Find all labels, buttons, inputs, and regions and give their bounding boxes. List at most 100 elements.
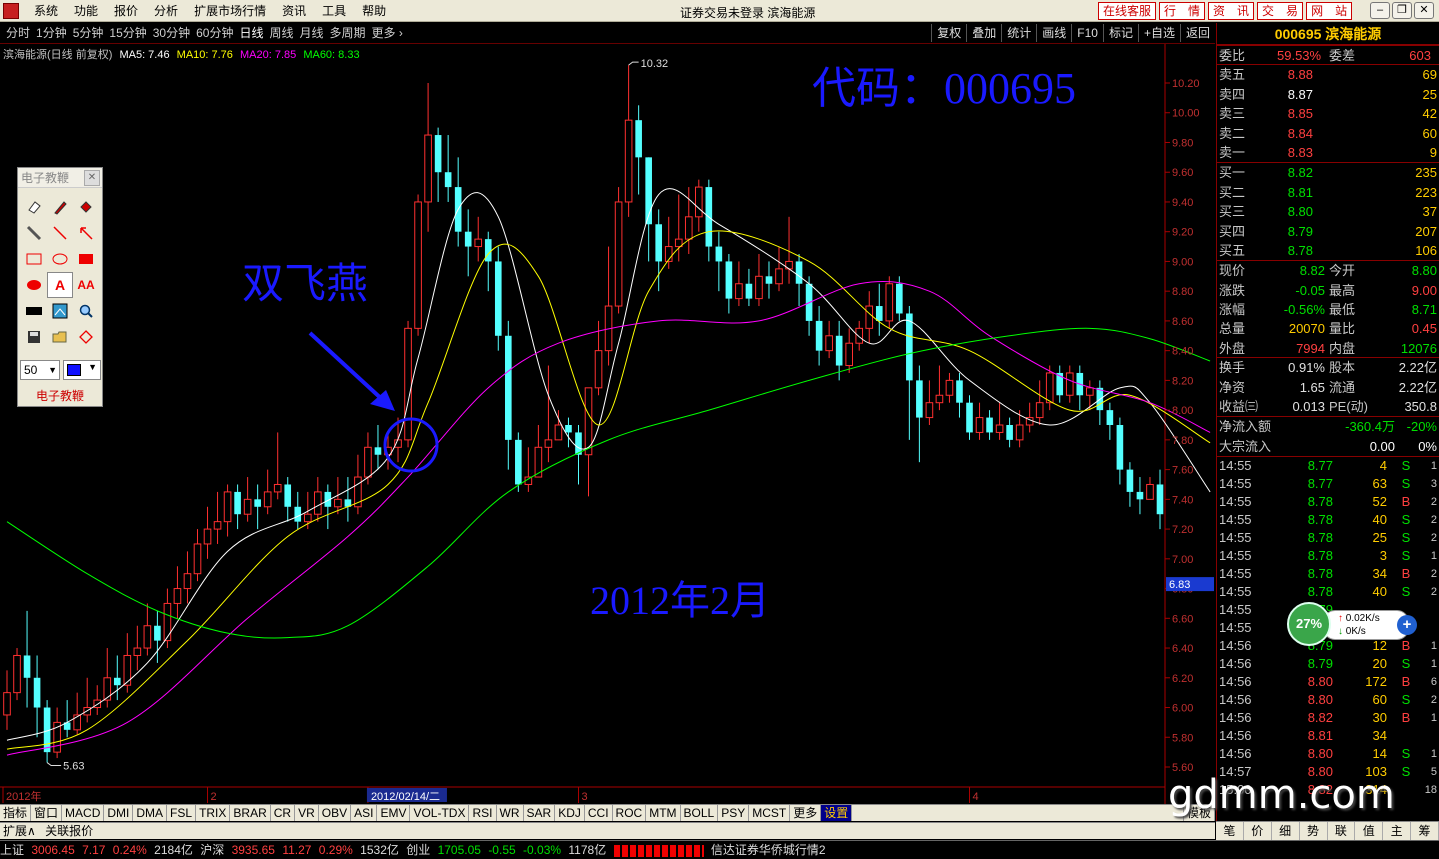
pen-color-select[interactable]: ▼: [63, 360, 101, 380]
kline-chart[interactable]: 5.605.806.006.206.406.606.807.007.207.40…: [0, 44, 1215, 804]
line-icon[interactable]: [47, 220, 73, 246]
quote-tab-2[interactable]: 细: [1272, 822, 1300, 840]
period-tab-30min[interactable]: 30分钟: [150, 26, 193, 41]
fill-rect-icon[interactable]: [73, 246, 99, 272]
pen-icon[interactable]: [47, 194, 73, 220]
period-tab-weekly[interactable]: 周线: [266, 26, 296, 41]
indicator-tab-18[interactable]: CCI: [585, 805, 613, 821]
fill-ellipse-icon[interactable]: [21, 272, 47, 298]
open-icon[interactable]: [47, 324, 73, 350]
add-watchlist-button[interactable]: +自选: [1137, 24, 1180, 42]
indicator-tab-20[interactable]: MTM: [646, 805, 681, 821]
menu-analysis[interactable]: 分析: [146, 3, 186, 19]
indicator-tab-19[interactable]: ROC: [613, 805, 647, 821]
indicator-tab-2[interactable]: MACD: [62, 805, 105, 821]
drawline-button[interactable]: 画线: [1036, 24, 1071, 42]
indicator-tab-6[interactable]: TRIX: [196, 805, 231, 821]
online-service-link[interactable]: 在线客服: [1098, 2, 1157, 20]
overlay-button[interactable]: 叠加: [966, 24, 1001, 42]
period-tab-1min[interactable]: 1分钟: [33, 26, 70, 41]
black-rect-icon[interactable]: [21, 298, 47, 324]
image-icon[interactable]: [47, 298, 73, 324]
fill-icon[interactable]: [73, 194, 99, 220]
quote-tab-4[interactable]: 联: [1328, 822, 1356, 840]
restore-icon[interactable]: ❐: [1392, 2, 1412, 19]
quote-tab-0[interactable]: 笔: [1216, 822, 1244, 840]
pen-size-select[interactable]: 50 ▼: [20, 360, 60, 380]
indicator-tab-10[interactable]: OBV: [319, 805, 352, 821]
f10-button[interactable]: F10: [1071, 24, 1103, 42]
indicator-tab-15[interactable]: WR: [497, 805, 524, 821]
mark-button[interactable]: 标记: [1102, 24, 1138, 42]
minimize-icon[interactable]: –: [1370, 2, 1390, 19]
period-tab-daily[interactable]: 日线: [236, 26, 266, 41]
website-link[interactable]: 网 站: [1306, 2, 1353, 20]
candle: [966, 395, 973, 440]
network-speed-widget[interactable]: ↑ 0.02K/s ↓ 0K/s 27% +: [1287, 602, 1417, 646]
indicator-tab-8[interactable]: CR: [271, 805, 296, 821]
arrow-icon[interactable]: [73, 220, 99, 246]
period-tab-timeshare[interactable]: 分时: [3, 26, 33, 41]
hs-change: 11.27: [282, 843, 312, 857]
related-quote-tab[interactable]: 关联报价: [42, 824, 96, 838]
quote-tab-6[interactable]: 主: [1383, 822, 1412, 840]
back-button[interactable]: 返回: [1179, 24, 1215, 42]
period-tab-multi[interactable]: 多周期: [327, 26, 369, 41]
period-tab-more[interactable]: 更多 ›: [369, 26, 406, 41]
zoom-icon[interactable]: [73, 298, 99, 324]
period-tab-monthly[interactable]: 月线: [297, 26, 327, 41]
indicator-tab-17[interactable]: KDJ: [555, 805, 585, 821]
cy-label[interactable]: 创业: [406, 843, 430, 857]
adjust-button[interactable]: 复权: [931, 24, 966, 42]
indicator-tab-24[interactable]: 更多: [790, 805, 822, 821]
indicator-tab-11[interactable]: ASI: [351, 805, 378, 821]
indicator-tab-13[interactable]: VOL-TDX: [410, 805, 470, 821]
stats-button[interactable]: 统计: [1001, 24, 1036, 42]
sh-label[interactable]: 上证: [0, 843, 24, 857]
menu-ext-market[interactable]: 扩展市场行情: [186, 3, 274, 19]
rect-icon[interactable]: [21, 246, 47, 272]
period-tab-15min[interactable]: 15分钟: [106, 26, 149, 41]
ellipse-icon[interactable]: [47, 246, 73, 272]
quote-tab-3[interactable]: 势: [1300, 822, 1328, 840]
indicator-tab-21[interactable]: BOLL: [681, 805, 719, 821]
font-icon[interactable]: AA: [73, 272, 99, 298]
trade-link[interactable]: 交 易: [1257, 2, 1304, 20]
market-link[interactable]: 行 情: [1159, 2, 1206, 20]
quote-tab-7[interactable]: 筹: [1411, 822, 1439, 840]
period-tab-60min[interactable]: 60分钟: [193, 26, 236, 41]
indicator-tab-5[interactable]: FSL: [167, 805, 197, 821]
menu-quote[interactable]: 报价: [106, 3, 146, 19]
close-icon[interactable]: ✕: [84, 170, 100, 186]
indicator-tab-25[interactable]: 设置: [821, 805, 853, 821]
save-icon[interactable]: [21, 324, 47, 350]
indicator-tab-14[interactable]: RSI: [469, 805, 497, 821]
indicator-tab-7[interactable]: BRAR: [230, 805, 271, 821]
menu-news[interactable]: 资讯: [274, 3, 314, 19]
indicator-tab-9[interactable]: VR: [295, 805, 319, 821]
plus-icon[interactable]: +: [1397, 615, 1417, 635]
menu-tools[interactable]: 工具: [314, 3, 354, 19]
hs-label[interactable]: 沪深: [200, 843, 224, 857]
text-icon[interactable]: A: [47, 272, 73, 298]
expand-button[interactable]: 扩展∧: [0, 824, 39, 838]
indicator-tab-23[interactable]: MCST: [749, 805, 791, 821]
indicator-tab-1[interactable]: 窗口: [31, 805, 63, 821]
menu-function[interactable]: 功能: [66, 3, 106, 19]
indicator-tab-0[interactable]: 指标: [0, 805, 32, 821]
quote-tab-1[interactable]: 价: [1244, 822, 1272, 840]
quote-tab-5[interactable]: 值: [1355, 822, 1384, 840]
indicator-tab-22[interactable]: PSY: [718, 805, 750, 821]
news-link[interactable]: 资 讯: [1208, 2, 1255, 20]
pencil-icon[interactable]: [21, 220, 47, 246]
menu-system[interactable]: 系统: [26, 3, 66, 19]
indicator-tab-4[interactable]: DMA: [133, 805, 168, 821]
eraser-icon[interactable]: [21, 194, 47, 220]
close-icon[interactable]: ✕: [1414, 2, 1434, 19]
indicator-tab-3[interactable]: DMI: [104, 805, 134, 821]
indicator-tab-16[interactable]: SAR: [524, 805, 556, 821]
diamond-icon[interactable]: [73, 324, 99, 350]
indicator-tab-12[interactable]: EMV: [377, 805, 411, 821]
period-tab-5min[interactable]: 5分钟: [70, 26, 107, 41]
menu-help[interactable]: 帮助: [354, 3, 394, 19]
